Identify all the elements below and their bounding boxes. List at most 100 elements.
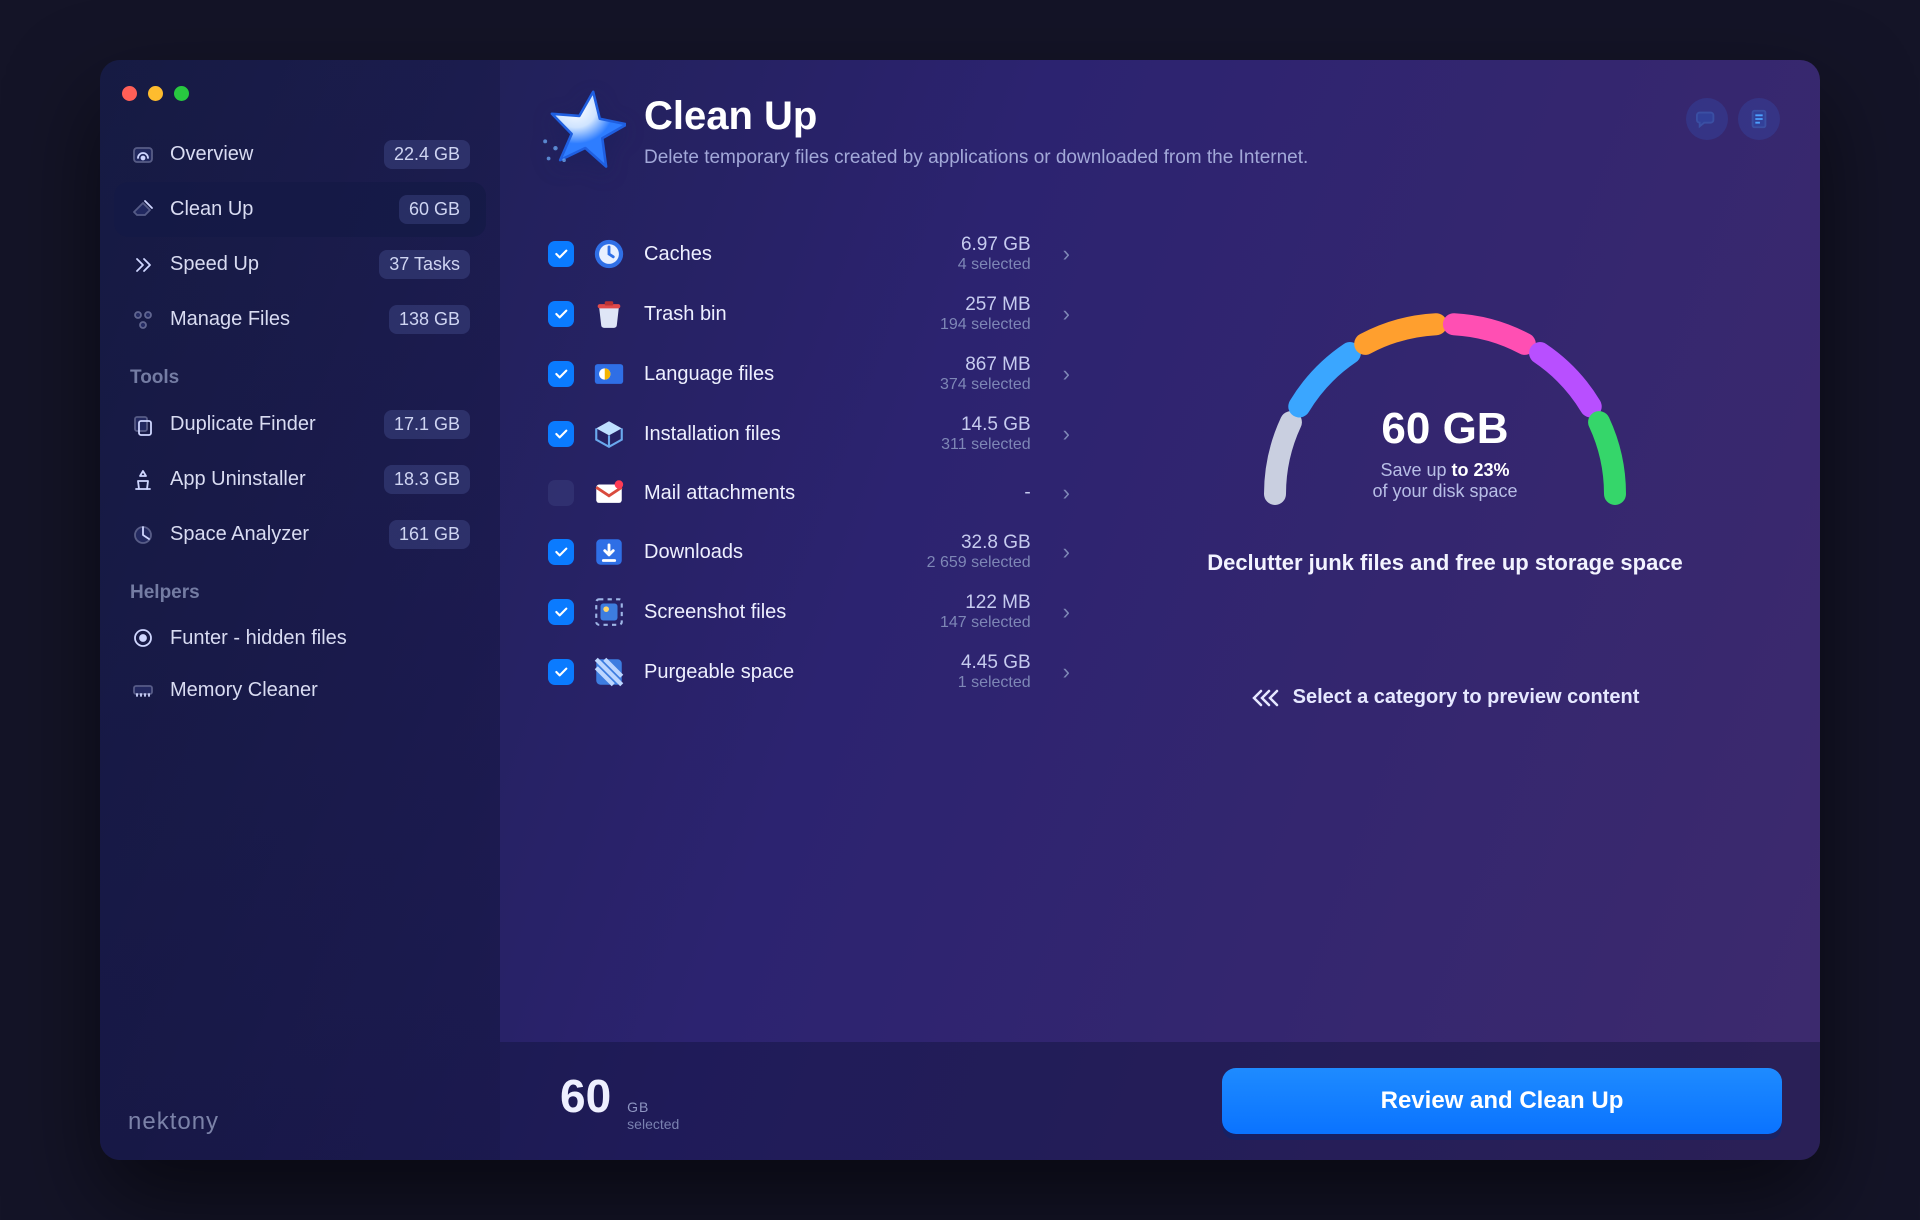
purge-icon bbox=[590, 653, 628, 691]
category-size: 122 MB bbox=[940, 592, 1031, 614]
category-checkbox[interactable] bbox=[548, 659, 574, 685]
category-checkbox[interactable] bbox=[548, 480, 574, 506]
cleanup-star-icon bbox=[540, 88, 626, 174]
category-row-screenshot-files[interactable]: Screenshot files 122 MB 147 selected › bbox=[540, 582, 1080, 642]
sidebar-item-clean-up[interactable]: Clean Up 60 GB bbox=[114, 182, 486, 237]
sidebar-item-memory-cleaner[interactable]: Memory Cleaner bbox=[114, 664, 486, 716]
trash-icon bbox=[590, 295, 628, 333]
category-row-language-files[interactable]: Language files 867 MB 374 selected › bbox=[540, 344, 1080, 404]
chevron-right-icon: › bbox=[1053, 480, 1072, 506]
category-row-installation-files[interactable]: Installation files 14.5 GB 311 selected … bbox=[540, 404, 1080, 464]
category-size: 6.97 GB bbox=[958, 234, 1031, 256]
close-icon[interactable] bbox=[122, 86, 137, 101]
category-selected-count: 2 659 selected bbox=[927, 554, 1031, 572]
ram-icon bbox=[130, 677, 156, 703]
summary-panel: 60 GB Save up to 23% of your disk space … bbox=[1110, 224, 1780, 1042]
chevron-right-icon: › bbox=[1053, 301, 1072, 327]
page-header: Clean Up Delete temporary files created … bbox=[500, 60, 1820, 184]
category-selected-count: 147 selected bbox=[940, 614, 1031, 632]
sidebar-item-badge: 17.1 GB bbox=[384, 410, 470, 439]
category-size: 257 MB bbox=[940, 294, 1031, 316]
category-row-trash-bin[interactable]: Trash bin 257 MB 194 selected › bbox=[540, 284, 1080, 344]
category-label: Caches bbox=[644, 243, 712, 266]
chevron-right-icon: › bbox=[1053, 539, 1072, 565]
sidebar-item-badge: 161 GB bbox=[389, 520, 470, 549]
category-checkbox[interactable] bbox=[548, 301, 574, 327]
sidebar-item-label: Space Analyzer bbox=[170, 523, 309, 546]
category-label: Installation files bbox=[644, 423, 781, 446]
footer-amount: 60 bbox=[560, 1069, 611, 1123]
category-size: 4.45 GB bbox=[958, 652, 1031, 674]
sidebar-item-duplicate-finder[interactable]: Duplicate Finder 17.1 GB bbox=[114, 397, 486, 452]
blocks-icon bbox=[130, 307, 156, 333]
page-title: Clean Up bbox=[644, 94, 1308, 139]
preview-hint-text: Select a category to preview content bbox=[1293, 686, 1640, 709]
gauge-value: 60 GB bbox=[1381, 404, 1508, 454]
mail-icon bbox=[590, 474, 628, 512]
category-list: Caches 6.97 GB 4 selected › Trash bin 25… bbox=[540, 224, 1080, 1042]
sidebar-item-badge: 138 GB bbox=[389, 305, 470, 334]
sidebar-item-overview[interactable]: Overview 22.4 GB bbox=[114, 127, 486, 182]
chevrons-icon bbox=[130, 252, 156, 278]
category-row-downloads[interactable]: Downloads 32.8 GB 2 659 selected › bbox=[540, 522, 1080, 582]
gauge-icon bbox=[130, 142, 156, 168]
storage-gauge: 60 GB Save up to 23% of your disk space bbox=[1235, 274, 1655, 514]
zoom-icon[interactable] bbox=[174, 86, 189, 101]
gauge-line1: Save up to 23% bbox=[1380, 460, 1509, 481]
category-row-purgeable-space[interactable]: Purgeable space 4.45 GB 1 selected › bbox=[540, 642, 1080, 702]
category-checkbox[interactable] bbox=[548, 241, 574, 267]
chevrons-left-icon bbox=[1251, 688, 1279, 708]
pie-icon bbox=[130, 522, 156, 548]
minimize-icon[interactable] bbox=[148, 86, 163, 101]
category-label: Downloads bbox=[644, 541, 743, 564]
gauge-line2: of your disk space bbox=[1372, 481, 1517, 502]
category-checkbox[interactable] bbox=[548, 421, 574, 447]
sidebar-item-speed-up[interactable]: Speed Up 37 Tasks bbox=[114, 237, 486, 292]
app-window: Overview 22.4 GB Clean Up 60 GB Speed Up… bbox=[100, 60, 1820, 1160]
sidebar-item-label: Manage Files bbox=[170, 308, 290, 331]
category-selected-count: 1 selected bbox=[958, 674, 1031, 692]
main-panel: Clean Up Delete temporary files created … bbox=[500, 60, 1820, 1160]
page-subtitle: Delete temporary files created by applic… bbox=[644, 147, 1308, 169]
chevron-right-icon: › bbox=[1053, 241, 1072, 267]
footer-bar: 60 GB selected Review and Clean Up bbox=[500, 1042, 1820, 1160]
brand-logo: nektony bbox=[128, 1108, 219, 1136]
sidebar-item-app-uninstaller[interactable]: App Uninstaller 18.3 GB bbox=[114, 452, 486, 507]
chevron-right-icon: › bbox=[1053, 361, 1072, 387]
sidebar-item-badge: 37 Tasks bbox=[379, 250, 470, 279]
sidebar-item-label: Speed Up bbox=[170, 253, 259, 276]
footer-unit: GB bbox=[627, 1099, 679, 1116]
review-clean-button[interactable]: Review and Clean Up bbox=[1222, 1068, 1782, 1134]
sidebar-item-label: Clean Up bbox=[170, 198, 253, 221]
category-selected-count: 194 selected bbox=[940, 316, 1031, 334]
category-checkbox[interactable] bbox=[548, 599, 574, 625]
chevron-right-icon: › bbox=[1053, 421, 1072, 447]
install-icon bbox=[590, 415, 628, 453]
category-selected-count: 374 selected bbox=[940, 376, 1031, 394]
sidebar-item-label: Overview bbox=[170, 143, 253, 166]
cache-icon bbox=[590, 235, 628, 273]
category-selected-count: 4 selected bbox=[958, 256, 1031, 274]
lang-icon bbox=[590, 355, 628, 393]
log-button[interactable] bbox=[1738, 98, 1780, 140]
sidebar-item-manage-files[interactable]: Manage Files 138 GB bbox=[114, 292, 486, 347]
category-selected-count: 311 selected bbox=[941, 436, 1031, 454]
category-label: Trash bin bbox=[644, 303, 727, 326]
sidebar: Overview 22.4 GB Clean Up 60 GB Speed Up… bbox=[100, 60, 500, 1160]
category-label: Language files bbox=[644, 363, 774, 386]
category-checkbox[interactable] bbox=[548, 539, 574, 565]
feedback-button[interactable] bbox=[1686, 98, 1728, 140]
sidebar-item-badge: 18.3 GB bbox=[384, 465, 470, 494]
category-checkbox[interactable] bbox=[548, 361, 574, 387]
category-row-mail-attachments[interactable]: Mail attachments - › bbox=[540, 464, 1080, 522]
sidebar-item-label: Funter - hidden files bbox=[170, 627, 347, 650]
sidebar-item-space-analyzer[interactable]: Space Analyzer 161 GB bbox=[114, 507, 486, 562]
copy-icon bbox=[130, 412, 156, 438]
screenshot-icon bbox=[590, 593, 628, 631]
category-row-caches[interactable]: Caches 6.97 GB 4 selected › bbox=[540, 224, 1080, 284]
footer-selected: 60 GB selected bbox=[560, 1069, 679, 1133]
sidebar-section-helpers: Helpers bbox=[114, 562, 486, 612]
sidebar-item-funter-hidden-files[interactable]: Funter - hidden files bbox=[114, 612, 486, 664]
sidebar-section-tools: Tools bbox=[114, 347, 486, 397]
category-label: Purgeable space bbox=[644, 661, 794, 684]
